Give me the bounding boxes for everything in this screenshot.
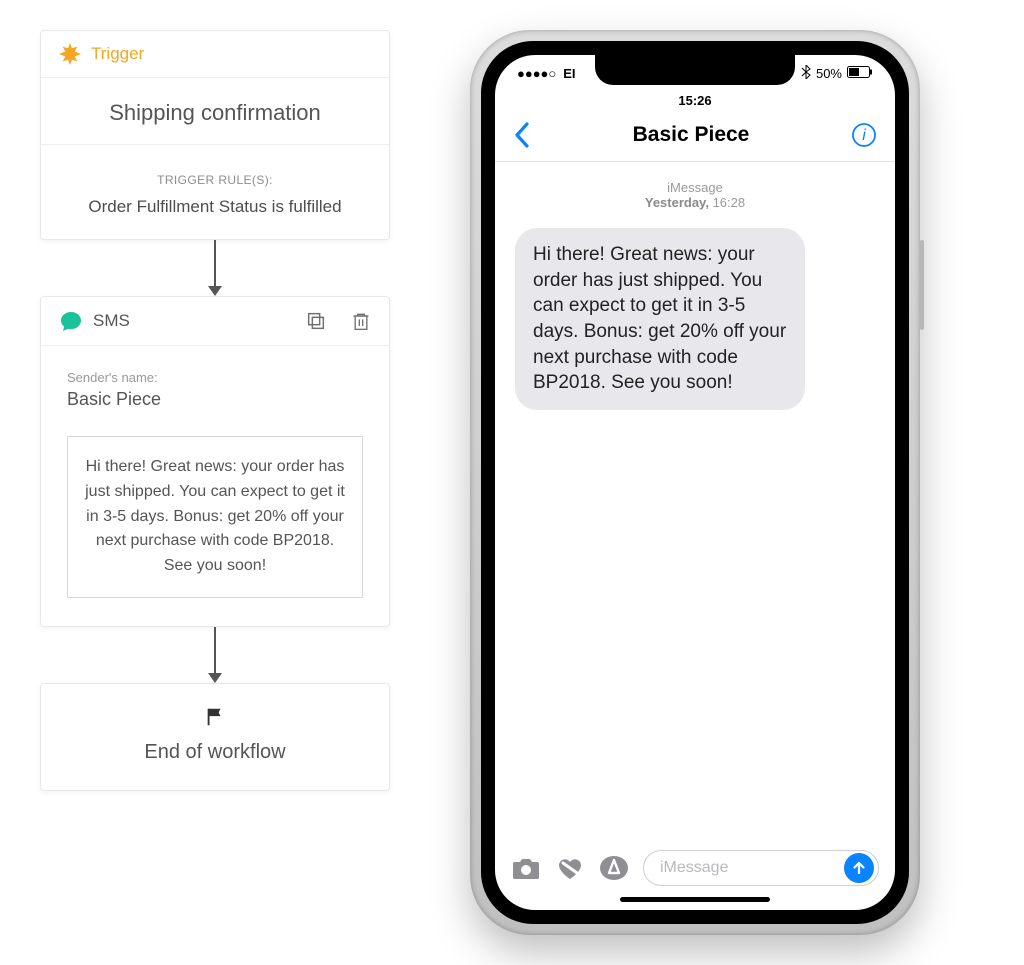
arrow-down-icon xyxy=(208,627,222,683)
end-of-workflow-card: End of workflow xyxy=(40,683,390,791)
end-of-workflow-label: End of workflow xyxy=(51,741,379,764)
carrier-label: EI xyxy=(563,66,575,81)
sms-message-preview[interactable]: Hi there! Great news: your order has jus… xyxy=(67,436,363,598)
trigger-card-body: Shipping confirmation TRIGGER RULE(S): O… xyxy=(41,78,389,239)
finish-flag-icon xyxy=(204,706,226,728)
sms-header-label: SMS xyxy=(93,311,130,331)
thread-day: Yesterday, xyxy=(645,195,709,210)
starburst-icon xyxy=(59,43,81,65)
bluetooth-icon xyxy=(801,65,811,82)
svg-text:i: i xyxy=(862,127,866,144)
thread-channel: iMessage xyxy=(515,180,875,195)
message-input[interactable]: iMessage xyxy=(643,850,879,886)
back-chevron-icon[interactable] xyxy=(513,121,531,149)
chat-title: Basic Piece xyxy=(633,123,750,147)
phone-notch xyxy=(595,55,795,85)
arrow-down-icon xyxy=(208,240,222,296)
info-icon[interactable]: i xyxy=(851,122,877,148)
chat-navbar: Basic Piece i xyxy=(495,115,895,162)
chat-bubble-icon xyxy=(59,309,83,333)
trigger-header-label: Trigger xyxy=(91,44,144,64)
signal-dots-icon: ●●●●○ xyxy=(517,66,556,81)
trigger-card-header: Trigger xyxy=(41,31,389,78)
trigger-card[interactable]: Trigger Shipping confirmation TRIGGER RU… xyxy=(40,30,390,240)
trigger-title: Shipping confirmation xyxy=(69,100,361,126)
incoming-message-bubble[interactable]: Hi there! Great news: your order has jus… xyxy=(515,228,805,410)
workflow-column: Trigger Shipping confirmation TRIGGER RU… xyxy=(40,30,390,791)
trash-icon[interactable] xyxy=(351,310,371,332)
thread-time: 16:28 xyxy=(713,195,746,210)
thread-meta: iMessage Yesterday, 16:28 xyxy=(515,180,875,210)
battery-percent: 50% xyxy=(816,66,842,81)
battery-icon xyxy=(847,66,873,81)
chat-thread: iMessage Yesterday, 16:28 Hi there! Grea… xyxy=(495,162,895,840)
iphone-mockup: ●●●●○ EI 15:26 ☾ 50% xyxy=(470,30,920,935)
sms-card[interactable]: SMS Sender's name: Basic Piece Hi there!… xyxy=(40,296,390,627)
sender-name-label: Sender's name: xyxy=(67,370,363,385)
message-placeholder: iMessage xyxy=(660,859,728,877)
camera-icon[interactable] xyxy=(511,856,541,880)
send-button[interactable] xyxy=(844,853,874,883)
sender-name-value: Basic Piece xyxy=(67,389,363,410)
trigger-rules-label: TRIGGER RULE(S): xyxy=(69,173,361,187)
copy-icon[interactable] xyxy=(305,310,327,332)
trigger-rule-text: Order Fulfillment Status is fulfilled xyxy=(69,197,361,217)
sms-card-header: SMS xyxy=(41,297,389,346)
heart-draw-icon[interactable] xyxy=(555,855,585,881)
appstore-icon[interactable] xyxy=(599,853,629,883)
home-indicator[interactable] xyxy=(620,897,770,902)
status-time: 15:26 xyxy=(678,93,711,108)
